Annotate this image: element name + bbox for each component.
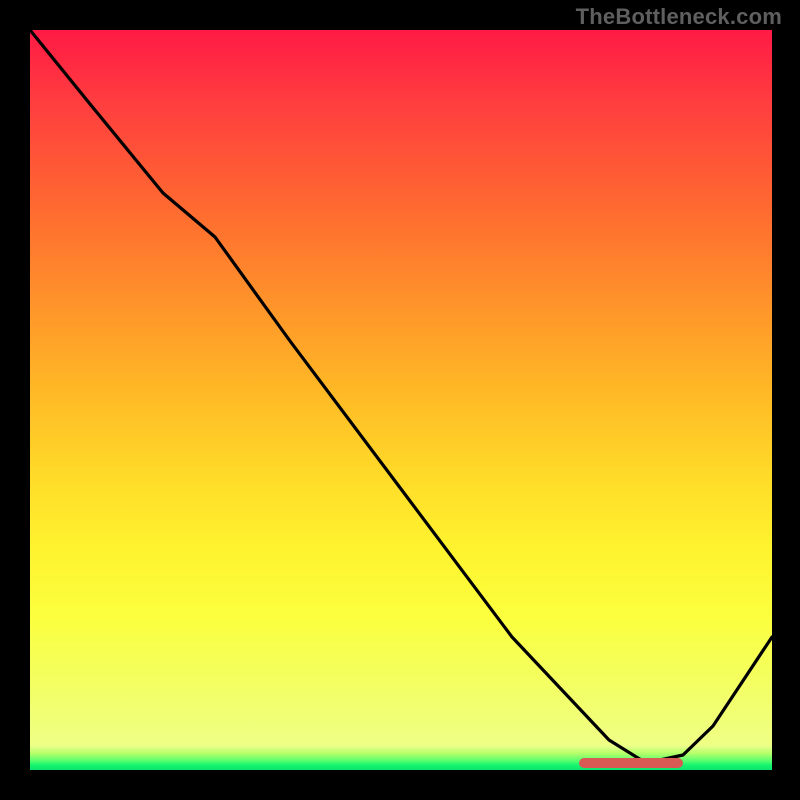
watermark-text: TheBottleneck.com [576, 4, 782, 30]
bottleneck-curve [30, 30, 772, 770]
chart-container: TheBottleneck.com [0, 0, 800, 800]
curve-path [30, 30, 772, 763]
plot-area [30, 30, 770, 770]
optimal-range-marker [579, 758, 683, 768]
